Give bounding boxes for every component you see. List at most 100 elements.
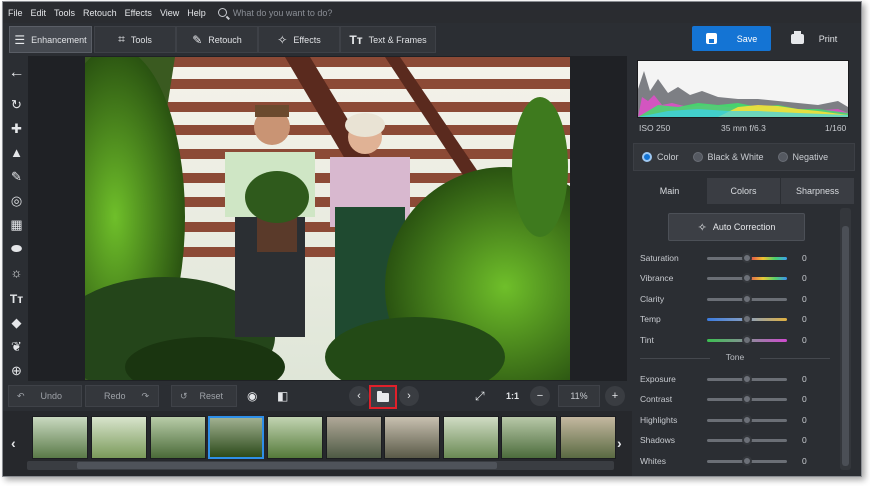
radio-black-white[interactable]: Black & White xyxy=(692,152,764,162)
menu-edit[interactable]: Edit xyxy=(31,8,47,18)
zoom-in-button[interactable]: + xyxy=(605,385,625,407)
radial-icon[interactable]: ◎ xyxy=(8,192,25,209)
healing-icon[interactable]: ✚ xyxy=(8,120,25,137)
panel-scrollbar[interactable] xyxy=(840,208,851,470)
main-photo[interactable] xyxy=(85,57,570,380)
slider-value: 0 xyxy=(802,273,807,283)
slider-knob[interactable] xyxy=(742,314,752,324)
slider-label: Temp xyxy=(640,314,661,324)
slider-knob[interactable] xyxy=(742,415,752,425)
slider-clarity: Clarity 0 xyxy=(640,292,810,306)
slider-knob[interactable] xyxy=(742,374,752,384)
tab-colors[interactable]: Colors xyxy=(707,178,781,204)
tab-label: Retouch xyxy=(208,34,242,45)
zoom-level[interactable]: 11% xyxy=(558,385,600,407)
chevron-left-icon: ‹ xyxy=(349,386,369,406)
menu-view[interactable]: View xyxy=(160,8,179,18)
radio-color[interactable]: Color xyxy=(642,152,679,162)
zoom-out-button[interactable]: − xyxy=(530,385,550,407)
one-to-one-button[interactable]: 1:1 xyxy=(506,385,519,407)
reset-button[interactable]: ↺ Reset xyxy=(171,385,237,407)
slider-value: 0 xyxy=(802,435,807,445)
slider-label: Highlights xyxy=(640,415,678,425)
print-button[interactable]: Print xyxy=(775,26,853,51)
slider-knob[interactable] xyxy=(742,394,752,404)
back-arrow-icon[interactable]: ← xyxy=(8,64,25,81)
menu-retouch[interactable]: Retouch xyxy=(83,8,117,18)
scrollbar-thumb[interactable] xyxy=(77,462,497,469)
prev-photo-button[interactable]: ‹ xyxy=(349,385,369,407)
menu-file[interactable]: File xyxy=(8,8,23,18)
command-search[interactable]: What do you want to do? xyxy=(217,8,332,18)
magic-wand-icon: ✧ xyxy=(277,32,288,47)
magic-wand-icon: ✧ xyxy=(697,221,707,234)
fit-screen-icon[interactable]: ⤢ xyxy=(475,385,485,407)
tone-section-header: Tone xyxy=(640,352,830,364)
exif-lens: 35 mm f/6.3 xyxy=(721,123,766,133)
slider-value: 0 xyxy=(802,294,807,304)
radio-dot xyxy=(692,152,703,162)
redo-icon: ↷ xyxy=(141,390,150,401)
brush-icon: ✎ xyxy=(192,32,203,47)
auto-correction-button[interactable]: ✧ Auto Correction xyxy=(668,213,805,241)
light-icon[interactable]: ☼ xyxy=(8,264,25,281)
slider-knob[interactable] xyxy=(742,435,752,445)
filmstrip-scrollbar[interactable] xyxy=(27,461,614,470)
thumbnail[interactable] xyxy=(501,416,557,459)
eye-icon[interactable]: ◉ xyxy=(247,385,257,407)
thumbnail[interactable] xyxy=(384,416,440,459)
thumbnail[interactable] xyxy=(91,416,147,459)
compare-icon[interactable]: ◧ xyxy=(277,385,288,407)
print-label: Print xyxy=(818,33,838,44)
target-icon[interactable]: ⊕ xyxy=(8,362,25,379)
thumbnail[interactable] xyxy=(32,416,88,459)
thumbnail[interactable] xyxy=(267,416,323,459)
tab-retouch[interactable]: ✎ Retouch xyxy=(176,26,258,53)
slider-label: Shadows xyxy=(640,435,675,445)
slider-knob[interactable] xyxy=(742,456,752,466)
tab-label: Text & Frames xyxy=(368,34,427,45)
next-photo-button[interactable]: › xyxy=(399,385,419,407)
stamp-icon[interactable]: ▲ xyxy=(8,144,25,161)
rotate-icon[interactable]: ↻ xyxy=(8,96,25,113)
retouch-icon[interactable]: ❦ xyxy=(8,338,25,355)
menu-tools[interactable]: Tools xyxy=(54,8,75,18)
slider-value: 0 xyxy=(802,374,807,384)
undo-icon: ↶ xyxy=(17,390,25,401)
open-folder-button[interactable] xyxy=(369,385,397,409)
tab-main[interactable]: Main xyxy=(633,178,707,204)
gradient-icon[interactable]: ▦ xyxy=(8,216,25,233)
fill-icon[interactable]: ◆ xyxy=(8,314,25,331)
thumbnail-selected[interactable] xyxy=(208,416,264,459)
thumbnail[interactable] xyxy=(560,416,616,459)
tab-effects[interactable]: ✧ Effects xyxy=(258,26,340,53)
menu-effects[interactable]: Effects xyxy=(125,8,152,18)
thumbnail[interactable] xyxy=(443,416,499,459)
tab-sharpness[interactable]: Sharpness xyxy=(781,178,855,204)
tab-text-frames[interactable]: Tт Text & Frames xyxy=(340,26,436,53)
slider-knob[interactable] xyxy=(742,273,752,283)
menu-bar: File Edit Tools Retouch Effects View Hel… xyxy=(3,2,861,23)
minus-icon: − xyxy=(530,386,550,406)
tab-enhancement[interactable]: ☰ Enhancement xyxy=(9,26,92,53)
histogram xyxy=(637,60,849,118)
filmstrip-next-icon[interactable]: › xyxy=(617,435,622,451)
tab-label: Tools xyxy=(130,34,152,45)
filmstrip-prev-icon[interactable]: ‹ xyxy=(11,435,16,451)
slider-knob[interactable] xyxy=(742,335,752,345)
slider-knob[interactable] xyxy=(742,294,752,304)
vignette-icon[interactable]: ⬬ xyxy=(8,240,25,257)
brush-icon[interactable]: ✎ xyxy=(8,168,25,185)
undo-button[interactable]: ↶ Undo xyxy=(8,385,82,407)
text-icon[interactable]: Tт xyxy=(8,290,25,307)
radio-negative[interactable]: Negative xyxy=(777,152,828,162)
thumbnail[interactable] xyxy=(326,416,382,459)
save-button[interactable]: Save xyxy=(692,26,771,51)
slider-knob[interactable] xyxy=(742,253,752,263)
tab-label: Effects xyxy=(293,34,321,45)
redo-button[interactable]: Redo ↷ xyxy=(85,385,159,407)
scrollbar-thumb[interactable] xyxy=(842,226,849,466)
menu-help[interactable]: Help xyxy=(187,8,206,18)
tab-tools[interactable]: ⌗ Tools xyxy=(94,26,176,53)
thumbnail[interactable] xyxy=(150,416,206,459)
